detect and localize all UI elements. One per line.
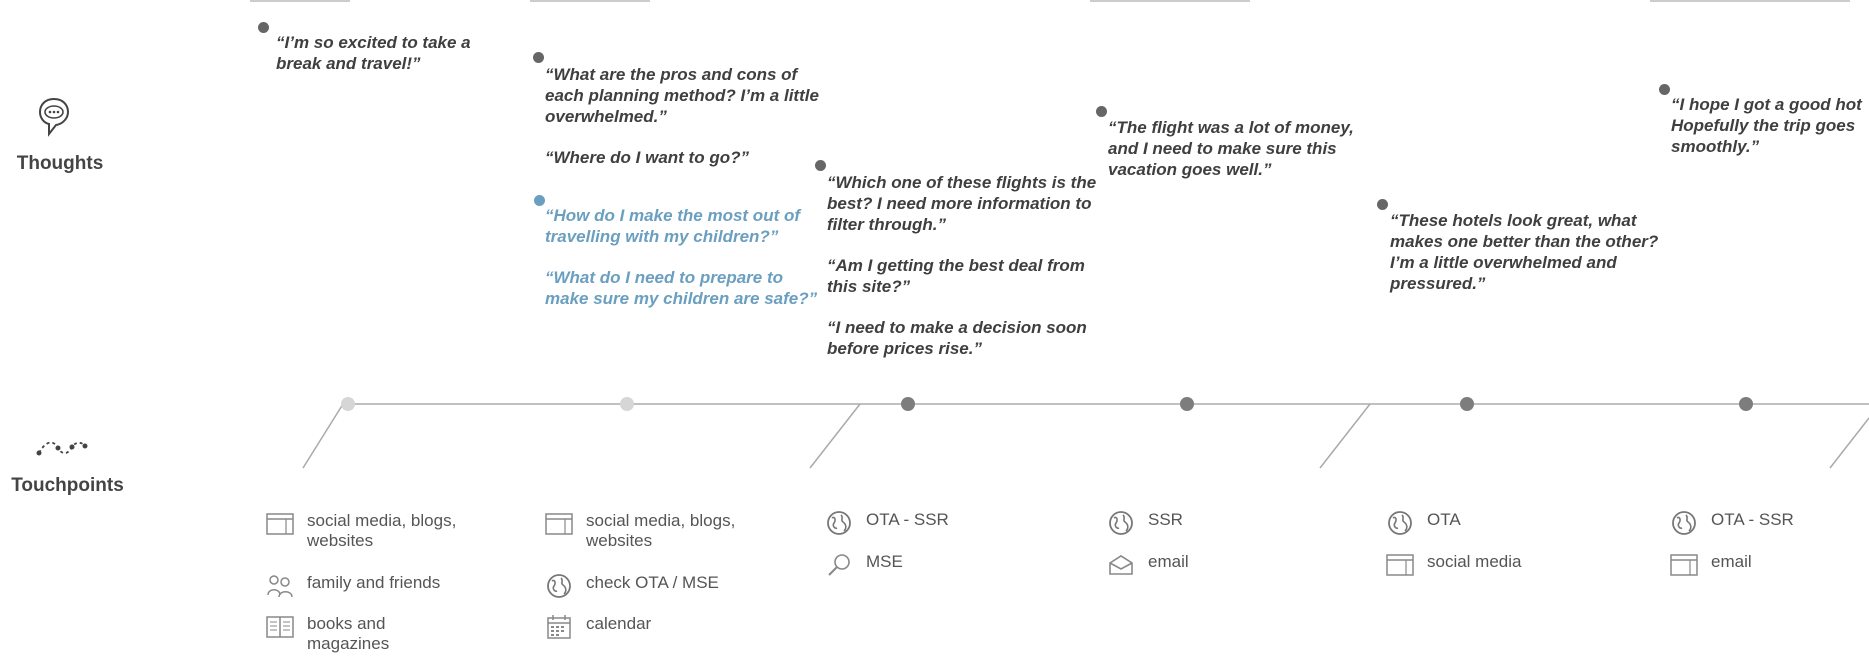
thought-note: “I’m so excited to take a break and trav… xyxy=(276,32,506,94)
thought-bullet xyxy=(533,52,544,63)
touchpoint-label: MSE xyxy=(866,552,903,571)
timeline-divider xyxy=(302,403,344,469)
globe-icon xyxy=(824,510,854,536)
thought-text: “The flight was a lot of money, and I ne… xyxy=(1108,118,1354,179)
thought-bullet xyxy=(258,22,269,33)
thought-note: “I hope I got a good hot Hopefully the t… xyxy=(1671,94,1866,177)
thought-note: “How do I make the most out of travellin… xyxy=(545,205,825,329)
globe-icon xyxy=(1385,510,1415,536)
timeline-dot xyxy=(1180,397,1194,411)
touchpoint-item: social media, blogs, websites xyxy=(544,511,759,551)
touchpoints-path-icon xyxy=(36,438,88,463)
calendar-icon xyxy=(544,614,574,640)
touchpoint-label: email xyxy=(1148,552,1189,571)
timeline-divider xyxy=(809,403,861,469)
globe-icon xyxy=(1106,510,1136,536)
thought-text: “How do I make the most out of travellin… xyxy=(545,206,801,246)
touchpoint-label: SSR xyxy=(1148,510,1183,529)
people-icon xyxy=(265,573,295,599)
touchpoint-label: OTA - SSR xyxy=(1711,510,1794,529)
touchpoint-label: email xyxy=(1711,552,1752,571)
thought-note: “Which one of these flights is the best?… xyxy=(827,172,1097,379)
timeline-divider xyxy=(1829,417,1869,469)
touchpoint-item: social media, blogs, websites xyxy=(265,511,480,551)
touchpoint-item: books and magazines xyxy=(265,614,480,654)
touchpoint-item: family and friends xyxy=(265,573,480,599)
thought-text: “What are the pros and cons of each plan… xyxy=(545,65,819,126)
thought-bullet xyxy=(1096,106,1107,117)
touchpoint-item: OTA - SSR xyxy=(1669,510,1869,536)
touchpoint-item: email xyxy=(1106,552,1321,578)
book-icon xyxy=(265,614,295,640)
thought-text: “I need to make a decision soon before p… xyxy=(827,318,1087,358)
touchpoint-item: social media xyxy=(1385,552,1600,578)
touchpoint-label: social media, blogs, websites xyxy=(586,511,736,550)
envelope-icon xyxy=(1106,552,1136,578)
thought-text: “I hope I got a good hot Hopefully the t… xyxy=(1671,95,1862,156)
touchpoint-item: SSR xyxy=(1106,510,1321,536)
thought-text: “I’m so excited to take a break and trav… xyxy=(276,33,471,73)
timeline-dot xyxy=(901,397,915,411)
thought-text: “What do I need to prepare to make sure … xyxy=(545,268,818,308)
browser-window-icon xyxy=(544,511,574,537)
globe-icon xyxy=(544,573,574,599)
browser-window-icon xyxy=(1669,552,1699,578)
timeline-dot xyxy=(1739,397,1753,411)
thought-bubble-icon xyxy=(36,96,72,143)
touchpoint-label: social media, blogs, websites xyxy=(307,511,457,550)
touchpoint-label: OTA xyxy=(1427,510,1461,529)
thought-bullet xyxy=(1659,84,1670,95)
thought-note: “These hotels look great, what makes one… xyxy=(1390,210,1660,314)
magnifier-icon xyxy=(824,552,854,578)
timeline-dot xyxy=(620,397,634,411)
touchpoint-label: calendar xyxy=(586,614,652,633)
thought-bullet xyxy=(1377,199,1388,210)
touchpoint-label: family and friends xyxy=(307,573,441,592)
thought-text: “Which one of these flights is the best?… xyxy=(827,173,1097,234)
timeline-dot xyxy=(1460,397,1474,411)
browser-window-icon xyxy=(1385,552,1415,578)
timeline-line xyxy=(345,403,1869,405)
globe-icon xyxy=(1669,510,1699,536)
touchpoint-label: check OTA / MSE xyxy=(586,573,719,592)
touchpoint-item: email xyxy=(1669,552,1869,578)
top-cutoff-line xyxy=(530,0,650,2)
touchpoint-item: OTA - SSR xyxy=(824,510,1039,536)
touchpoint-label: social media xyxy=(1427,552,1522,571)
touchpoint-item: MSE xyxy=(824,552,1039,578)
thought-bullet xyxy=(534,195,545,206)
timeline-divider xyxy=(1319,403,1371,469)
browser-window-icon xyxy=(265,511,295,537)
top-cutoff-line xyxy=(1650,0,1850,2)
top-cutoff-line xyxy=(1090,0,1250,2)
thought-text: “Am I getting the best deal from this si… xyxy=(827,256,1085,296)
thought-text: “These hotels look great, what makes one… xyxy=(1390,211,1659,293)
thought-note: “What are the pros and cons of each plan… xyxy=(545,64,830,188)
touchpoint-label: books and magazines xyxy=(307,614,390,653)
thoughts-row-label: Thoughts xyxy=(16,153,104,174)
touchpoint-item: calendar xyxy=(544,614,759,640)
touchpoint-item: OTA xyxy=(1385,510,1600,536)
timeline-dot xyxy=(341,397,355,411)
thought-note: “The flight was a lot of money, and I ne… xyxy=(1108,117,1378,200)
touchpoint-item: check OTA / MSE xyxy=(544,573,759,599)
top-cutoff-line xyxy=(250,0,350,2)
thought-bullet xyxy=(815,160,826,171)
touchpoint-label: OTA - SSR xyxy=(866,510,949,529)
touchpoints-row-label: Touchpoints xyxy=(11,475,124,496)
thought-text: “Where do I want to go?” xyxy=(545,148,749,167)
